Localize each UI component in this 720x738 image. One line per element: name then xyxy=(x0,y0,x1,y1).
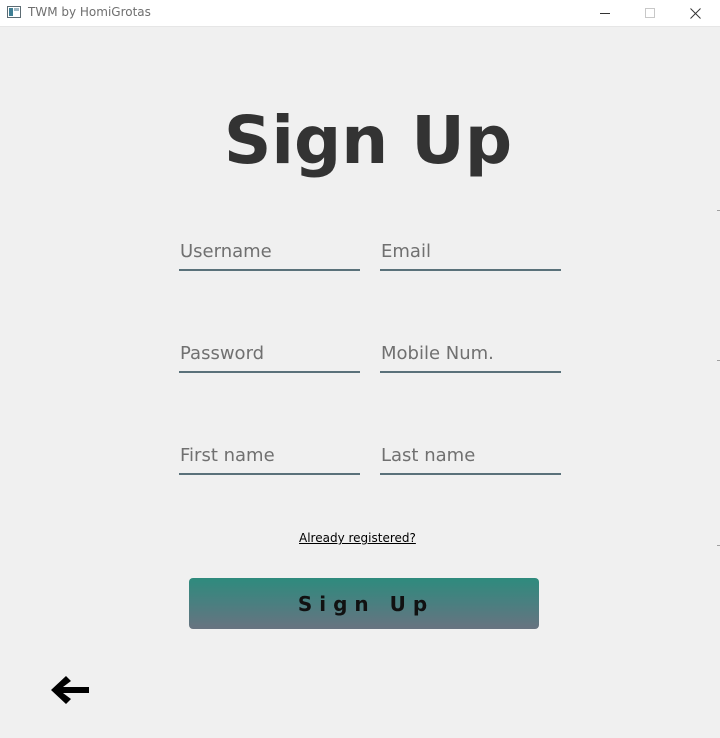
sign-up-button[interactable]: Sign Up xyxy=(189,578,539,629)
email-field xyxy=(380,235,561,271)
email-input[interactable] xyxy=(381,235,559,267)
arrow-left-icon[interactable] xyxy=(50,674,90,706)
username-field xyxy=(179,235,360,271)
password-field xyxy=(179,337,360,373)
close-button[interactable] xyxy=(673,0,718,26)
title-bar: TWM by HomiGrotas xyxy=(0,0,720,27)
sign-up-button-label: Sign Up xyxy=(297,591,435,616)
sign-up-window: TWM by HomiGrotas Sign Up Username Email… xyxy=(0,0,720,738)
last-name-field xyxy=(380,439,561,475)
username-input[interactable] xyxy=(180,235,358,267)
mobile-number-input[interactable] xyxy=(381,337,559,369)
page-title: Sign Up xyxy=(223,102,513,179)
app-window-icon xyxy=(7,6,21,18)
first-name-field xyxy=(179,439,360,475)
mobile-number-field xyxy=(380,337,561,373)
first-name-input[interactable] xyxy=(180,439,358,471)
password-input[interactable] xyxy=(180,337,358,369)
maximize-button[interactable] xyxy=(627,0,672,26)
close-icon xyxy=(690,7,701,19)
minimize-button[interactable] xyxy=(582,0,627,26)
already-registered-link[interactable]: Already registered? xyxy=(299,531,416,545)
window-title: TWM by HomiGrotas xyxy=(28,5,151,19)
maximize-icon xyxy=(644,8,655,18)
last-name-input[interactable] xyxy=(381,439,559,471)
minimize-icon xyxy=(599,13,610,14)
